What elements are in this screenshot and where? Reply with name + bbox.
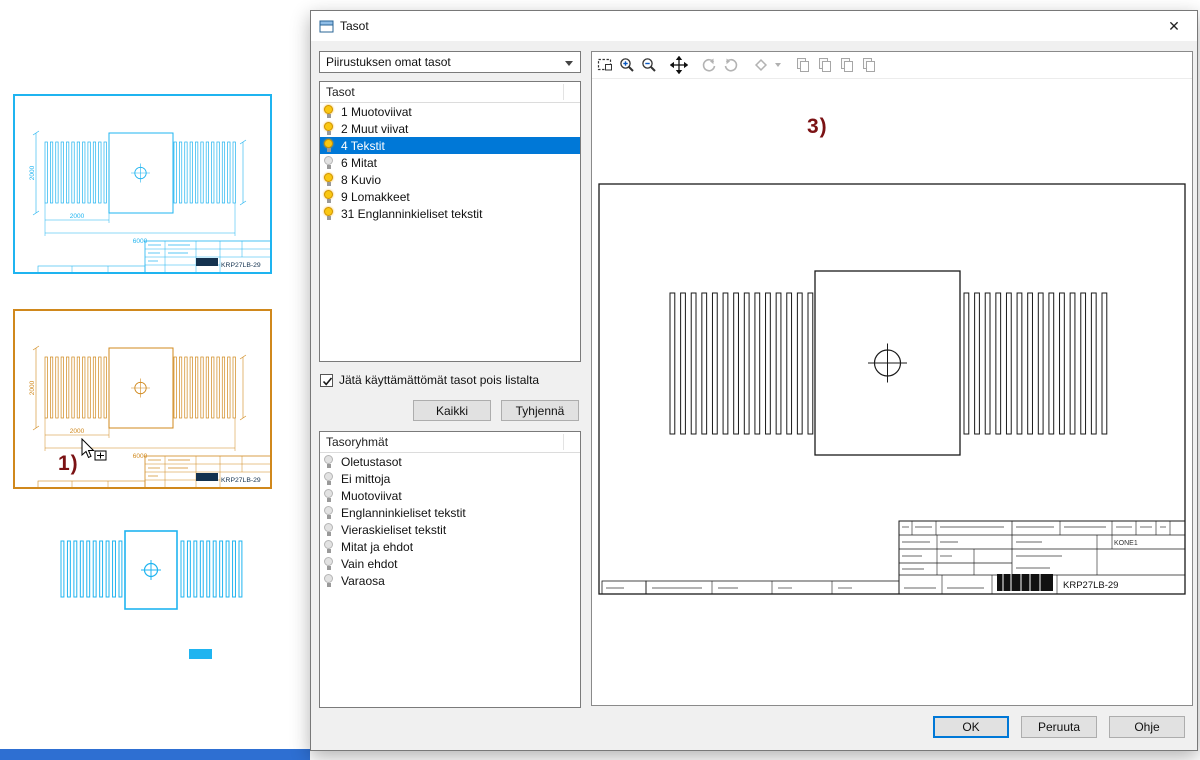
annotation-step-3: 3)	[807, 115, 828, 139]
list-row-label: 9 Lomakkeet	[341, 190, 410, 204]
background-drawing-middle[interactable]	[10, 305, 280, 500]
list-row[interactable]: Englanninkieliset tekstit	[320, 504, 580, 521]
list-row[interactable]: 1 Muotoviivat	[320, 103, 580, 120]
list-row-label: Vieraskieliset tekstit	[341, 523, 446, 537]
bulb-icon[interactable]	[324, 172, 335, 187]
list-row[interactable]: 6 Mitat	[320, 154, 580, 171]
checkbox-label: Jätä käyttämättömät tasot pois listalta	[339, 373, 539, 387]
taskbar-strip	[0, 749, 310, 760]
rotate-ccw-icon	[699, 55, 719, 75]
list-row-label: Mitat ja ehdot	[341, 540, 413, 554]
layers-column-header[interactable]: Tasot	[320, 82, 580, 103]
cancel-button[interactable]: Peruuta	[1021, 716, 1097, 738]
bulb-icon[interactable]	[324, 121, 335, 136]
bulb-icon[interactable]	[324, 189, 335, 204]
bulb-icon[interactable]	[324, 206, 335, 221]
pan-icon[interactable]	[669, 55, 689, 75]
all-button[interactable]: Kaikki	[413, 400, 491, 421]
groups-list: Oletustasot Ei mittoja Muotoviivat Engla…	[320, 453, 580, 589]
dropdown-caret-icon	[773, 55, 783, 75]
bulb-icon[interactable]	[324, 104, 335, 119]
list-row-label: 6 Mitat	[341, 156, 377, 170]
layers-dialog: Tasot ✕ Piirustuksen omat tasot 2) Tasot…	[310, 10, 1198, 751]
help-button[interactable]: Ohje	[1109, 716, 1185, 738]
bulb-icon[interactable]	[324, 155, 335, 170]
bulb-icon[interactable]	[324, 573, 335, 588]
list-row-label: 2 Muut viivat	[341, 122, 408, 136]
list-row-label: Englanninkieliset tekstit	[341, 506, 466, 520]
list-row-label: Ei mittoja	[341, 472, 390, 486]
list-row[interactable]: Vieraskieliset tekstit	[320, 521, 580, 538]
copy-page-icon-4	[859, 55, 879, 75]
copy-page-icon-2	[815, 55, 835, 75]
bulb-icon[interactable]	[324, 454, 335, 469]
copy-page-icon-3	[837, 55, 857, 75]
list-row[interactable]: Muotoviivat	[320, 487, 580, 504]
window-icon	[319, 20, 334, 33]
list-row[interactable]: Oletustasot	[320, 453, 580, 470]
titleblock-drawing-number: KRP27LB-29	[1063, 580, 1118, 591]
background-drawing-top[interactable]	[10, 90, 280, 285]
bulb-icon[interactable]	[324, 138, 335, 153]
checkbox-box[interactable]	[320, 374, 333, 387]
layer-groups-listbox: Tasoryhmät Oletustasot Ei mittoja Muotov…	[319, 431, 581, 708]
bulb-icon[interactable]	[324, 539, 335, 554]
bulb-icon[interactable]	[324, 471, 335, 486]
zoom-out-icon[interactable]	[639, 55, 659, 75]
list-row[interactable]: 2 Muut viivat	[320, 120, 580, 137]
desktop: 2000 2000 6000	[0, 0, 1200, 760]
bulb-icon[interactable]	[324, 556, 335, 571]
list-row[interactable]: 9 Lomakkeet	[320, 188, 580, 205]
layers-list: 1 Muotoviivat 2 Muut viivat 4 Tekstit 6 …	[320, 103, 580, 222]
list-row-label: 8 Kuvio	[341, 173, 381, 187]
rotate-cw-icon	[721, 55, 741, 75]
annotation-step-1: 1)	[58, 452, 79, 476]
list-row-label: 31 Englanninkieliset tekstit	[341, 207, 482, 221]
bulb-icon[interactable]	[324, 522, 335, 537]
background-drawing-bottom[interactable]	[55, 525, 250, 620]
titleblock-company-label: KONE1	[1114, 540, 1138, 547]
background-selection-rect	[189, 649, 212, 659]
list-row[interactable]: 8 Kuvio	[320, 171, 580, 188]
dialog-titlebar[interactable]: Tasot ✕	[311, 11, 1197, 41]
clear-button[interactable]: Tyhjennä	[501, 400, 579, 421]
layer-source-value: Piirustuksen omat tasot	[326, 55, 451, 69]
layers-listbox: Tasot 1 Muotoviivat 2 Muut viivat 4 Teks…	[319, 81, 581, 362]
preview-toolbar	[592, 52, 1192, 79]
list-row[interactable]: 31 Englanninkieliset tekstit	[320, 205, 580, 222]
bulb-icon[interactable]	[324, 488, 335, 503]
list-row-label: Varaosa	[341, 574, 385, 588]
check-icon	[321, 375, 334, 388]
preview-drawing[interactable]: KONE1 KRP27LB-29	[592, 79, 1192, 708]
zoom-in-icon[interactable]	[617, 55, 637, 75]
list-row[interactable]: Ei mittoja	[320, 470, 580, 487]
list-row[interactable]: Mitat ja ehdot	[320, 538, 580, 555]
list-row-label: Muotoviivat	[341, 489, 402, 503]
layer-source-select[interactable]: Piirustuksen omat tasot	[319, 51, 581, 73]
bulb-icon[interactable]	[324, 505, 335, 520]
list-row-label: Vain ehdot	[341, 557, 398, 571]
close-button[interactable]: ✕	[1151, 11, 1197, 41]
chevron-down-icon	[565, 61, 573, 66]
previous-view-icon	[751, 55, 771, 75]
list-row[interactable]: Varaosa	[320, 572, 580, 589]
copy-page-icon-1	[793, 55, 813, 75]
hide-unused-checkbox[interactable]: Jätä käyttämättömät tasot pois listalta	[320, 373, 539, 387]
mouse-cursor	[80, 438, 110, 468]
list-row[interactable]: 4 Tekstit	[320, 137, 580, 154]
list-row[interactable]: Vain ehdot	[320, 555, 580, 572]
preview-panel: KONE1 KRP27LB-29	[591, 51, 1193, 706]
dialog-title: Tasot	[340, 19, 369, 33]
ok-button[interactable]: OK	[933, 716, 1009, 738]
groups-column-header[interactable]: Tasoryhmät	[320, 432, 580, 453]
list-row-label: 1 Muotoviivat	[341, 105, 412, 119]
list-row-label: 4 Tekstit	[341, 139, 385, 153]
zoom-window-icon[interactable]	[595, 55, 615, 75]
list-row-label: Oletustasot	[341, 455, 402, 469]
